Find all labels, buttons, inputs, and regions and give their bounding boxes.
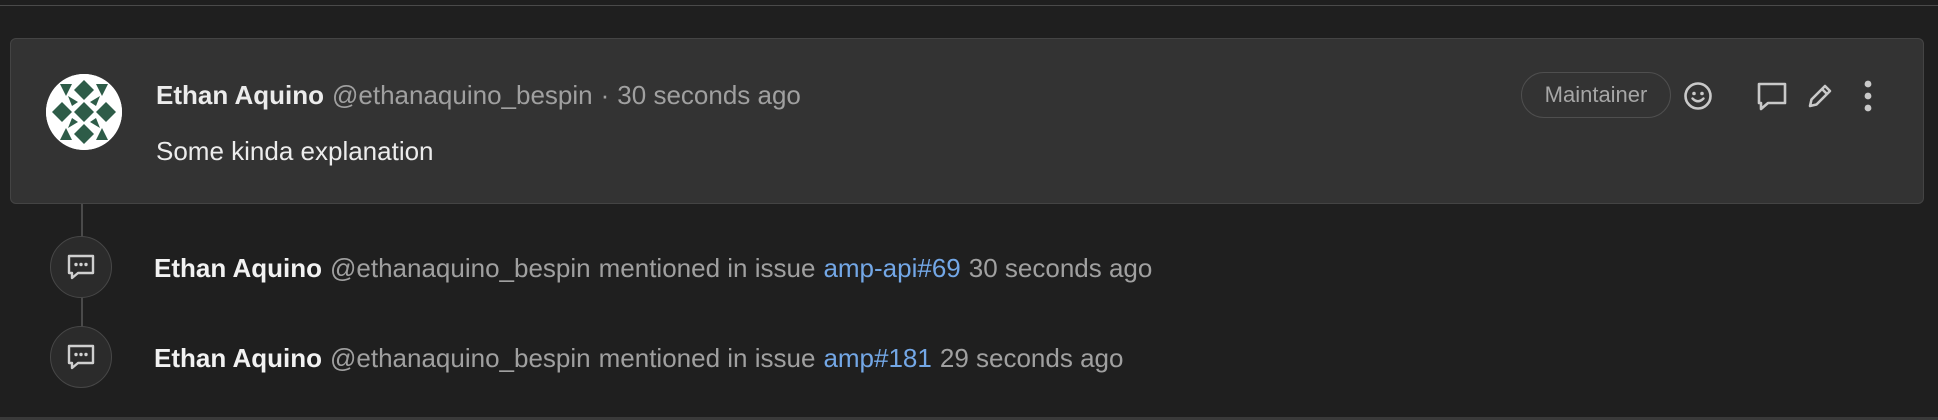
system-note-mention: Ethan Aquino @ethanaquino_bespin mention… <box>154 340 1123 376</box>
smiley-icon <box>1684 82 1712 110</box>
issue-reference-link[interactable]: amp-api#69 <box>823 253 960 284</box>
author-handle-link[interactable]: @ethanaquino_bespin <box>330 253 591 284</box>
comment-dots-icon <box>67 344 95 370</box>
comment-note <box>10 38 1924 204</box>
system-note-mention: Ethan Aquino @ethanaquino_bespin mention… <box>154 250 1152 286</box>
vertical-ellipsis-icon <box>1864 80 1872 112</box>
top-divider <box>0 5 1938 6</box>
pencil-icon <box>1808 84 1832 108</box>
author-name-link[interactable]: Ethan Aquino <box>154 343 322 374</box>
reply-button[interactable] <box>1752 76 1792 116</box>
comment-dots-icon <box>67 254 95 280</box>
avatar-identicon <box>46 74 122 150</box>
edit-button[interactable] <box>1800 76 1840 116</box>
system-note-timestamp[interactable]: 29 seconds ago <box>940 343 1124 374</box>
author-name-link[interactable]: Ethan Aquino <box>156 80 324 111</box>
header-separator: · <box>600 79 610 110</box>
note-body-text: Some kinda explanation <box>156 136 434 166</box>
system-note-action: mentioned in issue <box>598 252 816 283</box>
avatar[interactable] <box>46 74 122 150</box>
author-name-link[interactable]: Ethan Aquino <box>154 253 322 284</box>
comment-icon <box>1757 82 1787 111</box>
more-actions-button[interactable] <box>1848 76 1888 116</box>
author-handle-link[interactable]: @ethanaquino_bespin <box>332 80 593 111</box>
system-note-action: mentioned in issue <box>598 342 816 373</box>
system-note-icon <box>50 236 112 298</box>
issue-reference-link[interactable]: amp#181 <box>823 343 931 374</box>
note-header: Ethan Aquino @ethanaquino_bespin · 30 se… <box>156 78 801 112</box>
author-handle-link[interactable]: @ethanaquino_bespin <box>330 343 591 374</box>
role-badge: Maintainer <box>1521 72 1671 118</box>
note-timestamp-link[interactable]: 30 seconds ago <box>617 80 801 111</box>
add-reaction-button[interactable] <box>1678 76 1718 116</box>
system-note-icon <box>50 326 112 388</box>
system-note-timestamp[interactable]: 30 seconds ago <box>969 253 1153 284</box>
